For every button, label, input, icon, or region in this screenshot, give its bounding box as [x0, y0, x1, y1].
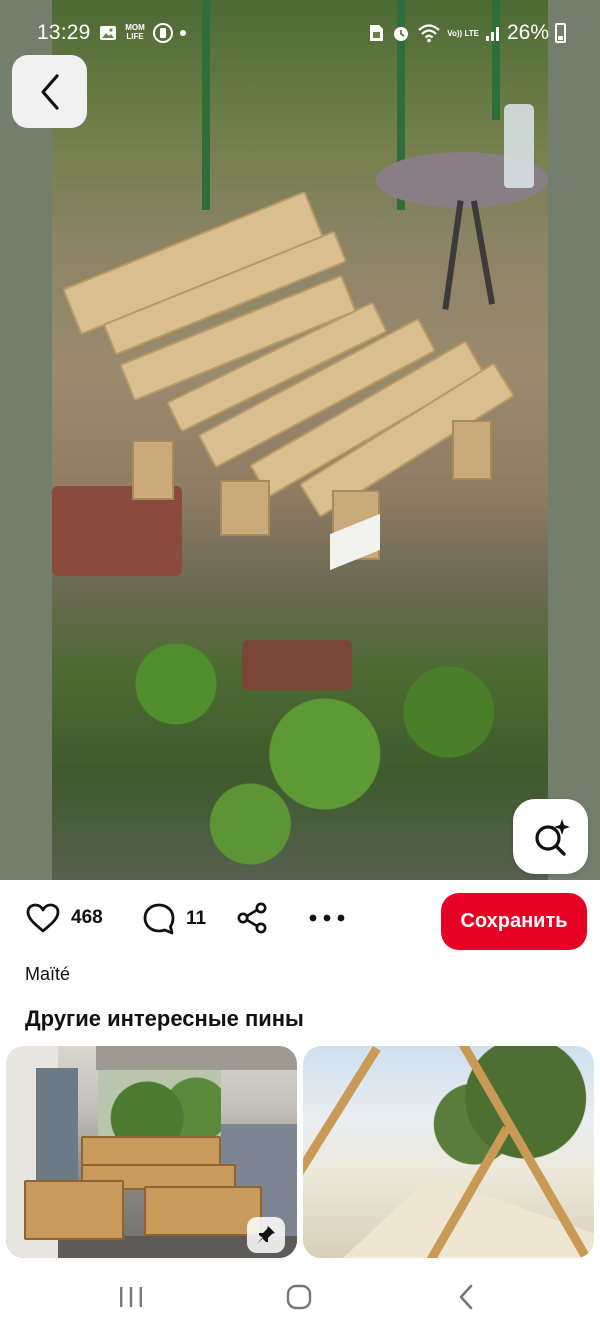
status-bar: 13:29 MOM LIFE Vo)) LTE 26%	[0, 0, 600, 64]
save-button[interactable]: Сохранить	[441, 893, 587, 950]
back-arrow-icon	[459, 1284, 473, 1310]
visual-search-button[interactable]	[513, 799, 588, 874]
pin-badge[interactable]	[247, 1217, 285, 1253]
card-image-pallet	[144, 1186, 262, 1236]
card-image-roof	[96, 1046, 297, 1070]
more-pins-title: Другие интересные пины	[25, 1006, 304, 1031]
chevron-left-icon	[40, 73, 59, 110]
pin-detail-screen: 13:29 MOM LIFE Vo)) LTE 26% 468 11 Сохра…	[0, 0, 600, 1332]
signal-icon	[485, 27, 499, 41]
pallet-block	[220, 480, 270, 536]
battery-icon	[555, 23, 566, 43]
card-image-pallet	[24, 1180, 124, 1240]
wifi-icon	[418, 24, 441, 43]
recent-apps-icon	[120, 1287, 142, 1307]
table-leg	[442, 200, 464, 310]
pallet-block	[132, 440, 174, 500]
back-button[interactable]	[12, 55, 87, 128]
pin-action-row: 468 11 Сохранить	[0, 890, 600, 954]
sim-card-icon	[370, 25, 384, 41]
alarm-icon	[394, 27, 409, 41]
pin-image[interactable]	[52, 0, 548, 880]
pin-author-name[interactable]: Maïté	[25, 964, 70, 985]
more-options-button[interactable]	[308, 908, 346, 928]
card-image-door	[36, 1068, 78, 1188]
gallery-icon	[100, 26, 116, 40]
share-icon	[237, 902, 267, 934]
sync-icon	[153, 23, 173, 43]
app-badge-icon: MOM LIFE	[125, 23, 145, 41]
like-button[interactable]: 468	[25, 902, 103, 934]
system-navigation-bar	[0, 1262, 600, 1332]
heart-icon	[26, 903, 60, 933]
notification-dot-icon	[180, 30, 186, 36]
pushpin-icon	[257, 1226, 275, 1244]
card-image-tree	[423, 1046, 594, 1176]
recent-apps-button[interactable]	[111, 1282, 151, 1312]
comment-button[interactable]: 11	[142, 902, 206, 936]
card-image-pallet	[81, 1136, 221, 1166]
battery-percent: 26%	[506, 21, 549, 44]
pin-image-container[interactable]	[0, 0, 600, 880]
card-image-tent-pole	[303, 1046, 381, 1258]
bottle	[504, 104, 534, 188]
status-time: 13:29	[37, 21, 91, 44]
comment-count: 11	[186, 908, 207, 929]
like-count: 468	[71, 907, 103, 928]
home-icon	[286, 1284, 312, 1310]
status-notification-icons: MOM LIFE	[98, 22, 186, 44]
volte-icon: Vo)) LTE	[447, 28, 479, 38]
home-button[interactable]	[279, 1282, 319, 1312]
weeds	[52, 600, 548, 880]
system-back-button[interactable]	[446, 1282, 486, 1312]
visual-search-icon	[534, 818, 570, 856]
related-pin-card[interactable]	[303, 1046, 594, 1258]
share-button[interactable]	[236, 902, 268, 934]
comment-icon	[143, 903, 175, 935]
more-horizontal-icon	[309, 914, 345, 922]
status-system-icons: Vo)) LTE 26%	[367, 21, 566, 45]
table-leg	[470, 200, 496, 305]
pallet-block	[452, 420, 492, 480]
